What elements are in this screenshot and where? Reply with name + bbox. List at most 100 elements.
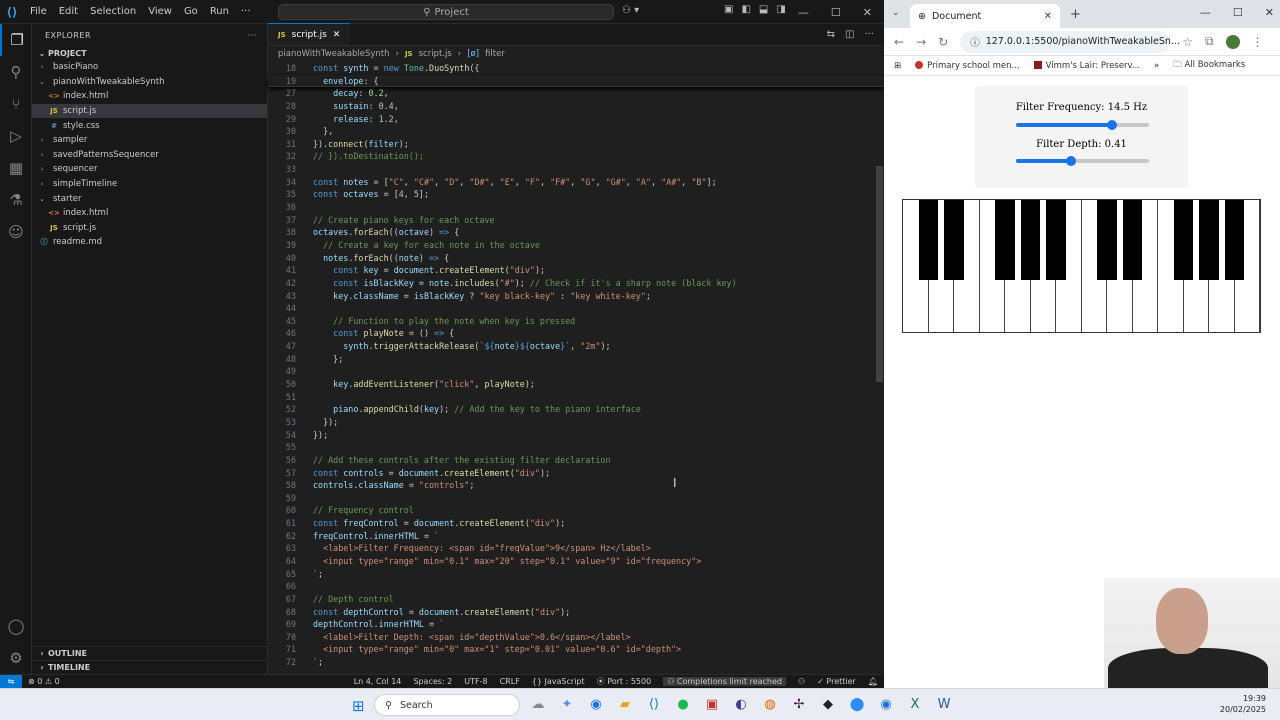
code-line[interactable]: 18 const synth = new Tone.DuoSynth({ xyxy=(268,62,884,75)
code-line[interactable]: 47 synth.triggerAttackRelease(`${note}${… xyxy=(268,340,884,353)
code-line[interactable]: 39 // Create a key for each note in the … xyxy=(268,239,884,252)
code-line[interactable]: 36 xyxy=(268,201,884,214)
code-line[interactable]: 30 }, xyxy=(268,125,884,138)
piano-black-key[interactable] xyxy=(1020,200,1041,280)
piano-black-key[interactable] xyxy=(918,200,939,280)
problems-status[interactable]: ⊗ 0 ⚠ 0 xyxy=(28,677,60,686)
code-line[interactable]: 53 }); xyxy=(268,416,884,429)
tab-close-icon[interactable]: ✕ xyxy=(1044,11,1052,22)
code-line[interactable]: 72 `; xyxy=(268,656,884,669)
minimize-icon[interactable]: — xyxy=(1200,6,1211,19)
copilot-icon[interactable]: ⚇ ▾ xyxy=(622,5,639,16)
remote-icon[interactable]: ☺ xyxy=(0,216,32,248)
code-line[interactable]: 35 const octaves = [4, 5]; xyxy=(268,188,884,201)
piano-black-key[interactable] xyxy=(1046,200,1066,280)
file-tree-item[interactable]: › savedPatternsSequencer xyxy=(32,148,267,163)
close-icon[interactable]: ✕ xyxy=(1265,6,1274,19)
run-debug-icon[interactable]: ▷ xyxy=(0,120,32,152)
file-tree-item[interactable]: › basicPiano xyxy=(32,60,267,75)
tab-close-icon[interactable]: ✕ xyxy=(333,30,341,40)
new-tab-icon[interactable]: + xyxy=(1070,7,1081,22)
file-tree-item[interactable]: # style.css xyxy=(32,118,267,133)
code-line[interactable]: 28 sustain: 0.4, xyxy=(268,100,884,113)
file-tree-item[interactable]: › sampler xyxy=(32,133,267,148)
code-line[interactable]: 43 key.className = isBlackKey ? "key bla… xyxy=(268,290,884,303)
code-line[interactable]: 59 xyxy=(268,492,884,505)
file-tree-item[interactable]: <> index.html xyxy=(32,89,267,104)
file-tree-item[interactable]: ⌄ starter xyxy=(32,191,267,206)
file-tree-item[interactable]: ⓘ readme.md xyxy=(32,235,267,250)
code-line[interactable]: 40 notes.forEach((note) => { xyxy=(268,252,884,265)
extensions-puzzle-icon[interactable]: ⧉ xyxy=(1205,34,1214,49)
piano-black-key[interactable] xyxy=(1199,200,1219,280)
code-line[interactable]: 55 xyxy=(268,441,884,454)
toggle-sidebar-icon[interactable]: ◧ xyxy=(741,4,750,15)
menu-item[interactable]: Run xyxy=(210,6,229,17)
code-line[interactable]: 62 freqControl.innerHTML = ` xyxy=(268,530,884,543)
code-line[interactable]: 71 <input type="range" min="0" max="1" s… xyxy=(268,643,884,656)
taskbar-clock[interactable]: 19:39 20/02/2025 xyxy=(1220,693,1266,715)
extensions-icon[interactable]: ▦ xyxy=(0,152,32,184)
copilot-menu-icon[interactable]: ⚇ xyxy=(798,677,805,686)
widgets-icon[interactable]: ☁ xyxy=(530,696,546,712)
app-icon[interactable]: ◐ xyxy=(733,696,749,712)
slack-icon[interactable]: ✢ xyxy=(791,696,807,712)
vscode-app-icon[interactable]: ⟨⟩ xyxy=(646,696,662,712)
breadcrumb-symbol[interactable]: filter xyxy=(485,49,505,59)
depth-slider[interactable] xyxy=(1016,156,1149,166)
bookmark-star-icon[interactable]: ☆ xyxy=(1182,35,1193,49)
code-line[interactable]: 52 piano.appendChild(key); // Add the ke… xyxy=(268,403,884,416)
encoding-status[interactable]: UTF-8 xyxy=(464,677,487,686)
chrome-menu-icon[interactable]: ⋮ xyxy=(1252,35,1264,49)
code-line[interactable]: 46 const playNote = () => { xyxy=(268,327,884,340)
code-line[interactable]: 50 key.addEventListener("click", playNot… xyxy=(268,378,884,391)
project-section[interactable]: ⌄ PROJECT xyxy=(32,46,267,60)
code-line[interactable]: 70 <label>Filter Depth: <span id="depthV… xyxy=(268,631,884,644)
piano-black-key[interactable] xyxy=(944,200,964,280)
code-line[interactable]: 66 xyxy=(268,580,884,593)
explorer-icon[interactable]: ❐ xyxy=(0,24,32,56)
outline-section[interactable]: › OUTLINE xyxy=(32,646,267,660)
bookmarks-overflow-icon[interactable]: » xyxy=(1154,61,1159,71)
file-tree-item[interactable]: ⌄ pianoWithTweakableSynth xyxy=(32,75,267,90)
remote-indicator-icon[interactable]: ⇋ xyxy=(0,674,22,689)
profile-avatar-icon[interactable] xyxy=(1225,34,1240,49)
code-line[interactable]: 37 // Create piano keys for each octave xyxy=(268,214,884,227)
code-line[interactable]: 65 `; xyxy=(268,568,884,581)
address-bar[interactable]: ⓘ 127.0.0.1:5500/pianoWithTweakableSn... xyxy=(960,30,1180,53)
zoom-icon[interactable]: ⬤ xyxy=(849,696,865,712)
code-line[interactable]: 32 // }).toDestination(); xyxy=(268,150,884,163)
reload-icon[interactable]: ↻ xyxy=(938,35,948,49)
toggle-panel-icon[interactable]: ⬓ xyxy=(759,4,768,15)
site-info-icon[interactable]: ⓘ xyxy=(970,35,980,49)
code-line[interactable]: 68 const depthControl = document.createEl… xyxy=(268,606,884,619)
spotify-icon[interactable]: ● xyxy=(675,696,691,712)
copilot-status[interactable]: ⚇ Completions limit reached xyxy=(663,677,786,686)
forward-icon[interactable]: → xyxy=(916,35,926,49)
command-center[interactable]: ⚲ Project xyxy=(278,4,614,20)
code-line[interactable]: 51 xyxy=(268,391,884,404)
file-tree-item[interactable]: › simpleTimeline xyxy=(32,177,267,192)
file-tree-item[interactable]: JS script.js xyxy=(32,103,267,119)
all-bookmarks[interactable]: 🗀 All Bookmarks xyxy=(1173,59,1245,73)
piano-black-key[interactable] xyxy=(1224,200,1245,280)
code-line[interactable]: 44 xyxy=(268,302,884,315)
tab-script-js[interactable]: JS script.js ✕ xyxy=(268,23,351,45)
app-icon[interactable]: ◆ xyxy=(820,696,836,712)
search-view-icon[interactable]: ⚲ xyxy=(0,56,32,88)
depth-slider-thumb[interactable] xyxy=(1065,156,1076,166)
code-line[interactable]: 49 xyxy=(268,365,884,378)
manage-gear-icon[interactable]: ⚙ xyxy=(0,642,32,674)
code-line[interactable]: 69 depthControl.innerHTML = ` xyxy=(268,618,884,631)
code-line[interactable]: 31}).connect(filter); xyxy=(268,138,884,151)
code-line[interactable]: 45 // Function to play the note when key… xyxy=(268,315,884,328)
more-actions-icon[interactable]: ··· xyxy=(248,31,257,40)
excel-icon[interactable]: X xyxy=(907,696,923,712)
source-control-icon[interactable]: ⑂ xyxy=(0,88,32,120)
split-editor-icon[interactable]: ◫ xyxy=(845,29,854,40)
code-line[interactable]: 54}); xyxy=(268,429,884,442)
editor-scrollbar[interactable] xyxy=(876,166,883,382)
eol-status[interactable]: CRLF xyxy=(500,677,520,686)
layout-customize-icon[interactable]: ▣ xyxy=(724,4,733,15)
testing-icon[interactable]: ⚗ xyxy=(0,184,32,216)
